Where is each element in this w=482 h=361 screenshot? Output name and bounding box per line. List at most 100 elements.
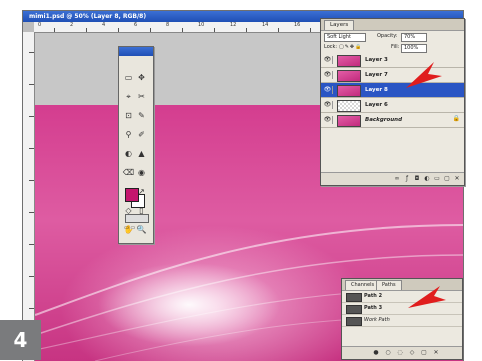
red-arrow-icon <box>406 62 442 88</box>
fx-icon[interactable]: ƒ <box>403 175 411 182</box>
layers-palette-footer: ∞ ƒ ◘ ◐ ▭ ▢ ✕ <box>321 172 464 185</box>
gradient-tool-icon[interactable]: ◉ <box>135 167 148 178</box>
fill-label: Fill: <box>391 44 400 50</box>
ruler-number: 0 <box>38 22 42 28</box>
ruler-tick <box>118 28 119 32</box>
path-row[interactable]: Work Path <box>342 315 462 327</box>
opacity-input[interactable]: 70% <box>401 33 427 42</box>
healing-brush-tool-icon[interactable]: ⚲ <box>122 129 135 140</box>
eraser-tool-icon[interactable]: ⌫ <box>122 167 135 178</box>
ruler-tick <box>86 28 87 32</box>
ruler-number: 12 <box>230 22 237 28</box>
ruler-number: 14 <box>262 22 269 28</box>
ruler-tick <box>29 308 34 309</box>
ruler-tick <box>246 28 247 32</box>
paths-palette-footer: ● ○ ◌ ◇ ▢ ✕ <box>342 346 462 359</box>
marquee-tool-icon[interactable]: ▭ <box>122 72 135 83</box>
layer-name: Layer 7 <box>365 72 388 78</box>
path-name: Path 2 <box>364 293 383 299</box>
eye-icon[interactable]: 👁 <box>323 86 333 94</box>
foreground-color-swatch[interactable] <box>125 188 139 202</box>
slice-tool-icon[interactable]: ✎ <box>135 110 148 121</box>
load-selection-icon[interactable]: ◌ <box>396 349 404 356</box>
blend-options-row: Soft Light Opacity: 70% <box>321 31 464 42</box>
ruler-tick <box>29 276 34 277</box>
ruler-number: 10 <box>198 22 205 28</box>
ruler-tick <box>214 28 215 32</box>
layers-palette-tabbar: Layers <box>321 19 464 31</box>
mask-icon[interactable]: ◘ <box>413 175 421 182</box>
trash-icon[interactable]: ✕ <box>453 175 461 182</box>
move-tool-icon[interactable]: ✥ <box>135 72 148 83</box>
lock-icon: 🔒 <box>452 115 460 122</box>
lasso-tool-icon[interactable]: ⌖ <box>122 91 135 102</box>
path-thumbnail <box>346 317 362 326</box>
ruler-tick <box>278 28 279 32</box>
folder-icon[interactable]: ▭ <box>433 175 441 182</box>
layer-thumbnail <box>337 100 361 112</box>
magic-wand-tool-icon[interactable]: ✂ <box>135 91 148 102</box>
history-brush-tool-icon[interactable]: ▲ <box>135 148 148 159</box>
layer-thumbnail <box>337 85 361 97</box>
eye-icon[interactable]: 👁 <box>323 116 333 124</box>
path-name: Work Path <box>364 317 390 323</box>
ruler-tick <box>310 28 311 32</box>
ruler-tick <box>29 212 34 213</box>
ruler-tick <box>29 84 34 85</box>
layer-name: Layer 3 <box>365 57 388 63</box>
clone-stamp-tool-icon[interactable]: ◐ <box>122 148 135 159</box>
new-layer-icon[interactable]: ▢ <box>443 175 451 182</box>
ruler-number: 6 <box>134 22 138 28</box>
layer-thumbnail <box>337 115 361 127</box>
ruler-tick <box>29 244 34 245</box>
blend-mode-select[interactable]: Soft Light <box>324 33 366 42</box>
lock-icons[interactable]: ▢✎✥🔒 <box>339 42 362 53</box>
path-thumbnail <box>346 305 362 314</box>
ruler-tick <box>29 180 34 181</box>
ruler-tick <box>29 52 34 53</box>
ruler-tick <box>182 28 183 32</box>
ruler-tick <box>29 148 34 149</box>
tools-grid: ▭✥ ⌖✂ ⊡✎ ⚲✐ ◐▲ ⌫◉ T↗ ◇▯ ✋🔍 <box>122 65 150 236</box>
tools-palette-header[interactable] <box>119 47 153 56</box>
eye-icon[interactable]: 👁 <box>323 71 333 79</box>
tab-layers[interactable]: Layers <box>324 20 355 30</box>
layer-name: Layer 6 <box>365 102 388 108</box>
layer-row[interactable]: 👁 Layer 6 <box>321 98 464 113</box>
tab-channels[interactable]: Channels <box>345 280 381 290</box>
step-number-badge: 4 <box>0 320 41 360</box>
eye-icon[interactable]: 👁 <box>323 56 333 64</box>
crop-tool-icon[interactable]: ⊡ <box>122 110 135 121</box>
ruler-vertical[interactable] <box>23 32 35 361</box>
ruler-number: 16 <box>294 22 301 28</box>
fill-input[interactable]: 100% <box>401 44 427 53</box>
path-name: Path 3 <box>364 305 383 311</box>
tutorial-frame: mimi1.psd @ 50% (Layer 8, RGB/8) 0 2 4 6… <box>0 0 482 361</box>
new-path-icon[interactable]: ▢ <box>420 349 428 356</box>
brush-tool-icon[interactable]: ✐ <box>135 129 148 140</box>
ruler-number: 2 <box>70 22 74 28</box>
path-thumbnail <box>346 293 362 302</box>
fill-path-icon[interactable]: ● <box>372 349 380 356</box>
lock-label: Lock: <box>324 44 338 50</box>
link-icon[interactable]: ∞ <box>393 175 401 182</box>
quick-mask-toggle[interactable] <box>125 214 149 223</box>
red-arrow-icon <box>408 286 446 308</box>
opacity-label: Opacity: <box>377 33 398 39</box>
ruler-number: 8 <box>166 22 170 28</box>
tab-paths[interactable]: Paths <box>376 280 402 290</box>
trash-icon[interactable]: ✕ <box>432 349 440 356</box>
tools-palette[interactable]: ▭✥ ⌖✂ ⊡✎ ⚲✐ ◐▲ ⌫◉ T↗ ◇▯ ✋🔍 ▭ ▭ ▭ <box>118 46 154 244</box>
stroke-path-icon[interactable]: ○ <box>384 349 392 356</box>
screen-mode-buttons[interactable]: ▭ ▭ ▭ <box>124 225 148 231</box>
layers-palette[interactable]: Layers Soft Light Opacity: 70% Lock: ▢✎✥… <box>320 18 465 186</box>
adjustment-icon[interactable]: ◐ <box>423 175 431 182</box>
layer-thumbnail <box>337 55 361 67</box>
document-title: mimi1.psd @ 50% (Layer 8, RGB/8) <box>29 13 147 20</box>
layer-name: Layer 8 <box>365 87 388 93</box>
layer-row[interactable]: 👁 Background 🔒 <box>321 113 464 128</box>
eye-icon[interactable]: 👁 <box>323 101 333 109</box>
make-work-path-icon[interactable]: ◇ <box>408 349 416 356</box>
ruler-tick <box>29 116 34 117</box>
ruler-number: 4 <box>102 22 106 28</box>
